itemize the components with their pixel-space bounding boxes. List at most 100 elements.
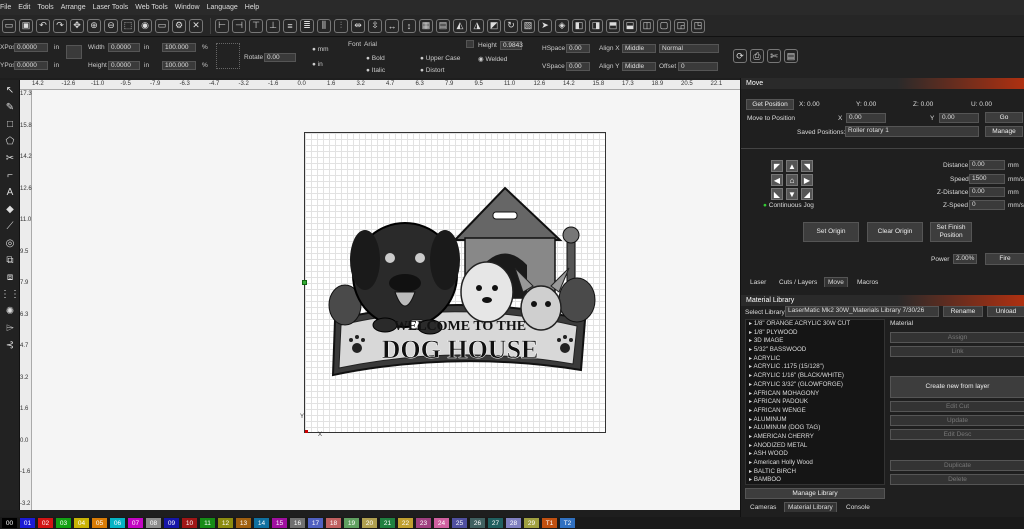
text-mode-select[interactable]: Normal [659,44,719,53]
flip-v-icon[interactable]: ◮ [470,18,484,33]
distribute-h-icon[interactable]: ⫼ [317,18,331,33]
rotate-icon[interactable]: ↻ [504,18,518,33]
width-pct-field[interactable]: 100.000 [162,43,196,52]
in-radio[interactable]: ● in [312,61,323,68]
array-icon[interactable]: ⋮⋮ [0,287,20,301]
material-list-item[interactable]: ▸ ACRYLIC 1/16" (BLACK/WHITE) [746,372,884,381]
material-list-item[interactable]: ▸ 5/32" BASSWOOD [746,346,884,355]
palette-swatch-12[interactable]: 12 [218,518,233,528]
palette-swatch-03[interactable]: 03 [56,518,71,528]
menu-language[interactable]: Language [207,4,238,11]
distribute-v-icon[interactable]: ⫶ [334,18,348,33]
zoom-frame-icon[interactable]: ⬚ [121,18,135,33]
palette-swatch-16[interactable]: 16 [290,518,305,528]
create-from-layer-button[interactable]: Create new from layer [890,376,1024,398]
scissors-icon[interactable]: ✂ [3,151,17,165]
space-h-icon[interactable]: ⇹ [351,18,365,33]
edit-nodes-icon[interactable]: ✎ [3,100,17,114]
jog-down-left-button[interactable]: ◣ [771,188,783,200]
assign-button[interactable]: Assign [890,332,1024,343]
save-icon[interactable]: ▣ [19,18,33,33]
align-bottom-icon[interactable]: ≡ [283,18,297,33]
refresh-icon[interactable]: ⟳ [733,49,747,63]
dock-bottom-icon[interactable]: ⬓ [623,18,637,33]
material-list-item[interactable]: ▸ ALUMINUM (DOG TAG) [746,424,884,433]
material-list-item[interactable]: ▸ AFRICAN PADOUK [746,398,884,407]
material-list-item[interactable]: ▸ ACRYLIC 3/32" (GLOWFORGE) [746,381,884,390]
move-to-icon[interactable]: ◈ [555,18,569,33]
rotate-field[interactable]: 0.00 [264,53,296,62]
material-list-item[interactable]: ▸ AMERICAN CHERRY [746,433,884,442]
palette-swatch-11[interactable]: 11 [200,518,215,528]
workspace-canvas[interactable]: 14.2 -12.6 -11.0 -9.5 -7.9 -6.3 -4.7 -3.2 -1.6 0.… [20,80,740,510]
folder-icon[interactable]: ▭ [2,18,16,33]
palette-swatch-06[interactable]: 06 [110,518,125,528]
camera-icon[interactable]: ◉ [138,18,152,33]
palette-swatch-10[interactable]: 10 [182,518,197,528]
fire-button[interactable]: Fire [985,253,1024,265]
manage-positions-button[interactable]: Manage [985,126,1023,137]
saved-positions-select[interactable]: Roller rotary 1 [845,126,979,137]
menu-tools[interactable]: Tools [37,4,53,11]
material-list-item[interactable]: ▸ American Holly Wood [746,459,884,468]
menu-file[interactable]: File [0,4,11,11]
palette-swatch-T2[interactable]: T2 [560,518,575,528]
set-origin-button[interactable]: Set Origin [803,222,859,242]
mirror-icon[interactable]: ◩ [487,18,501,33]
palette-swatch-22[interactable]: 22 [398,518,413,528]
palette-swatch-07[interactable]: 07 [128,518,143,528]
jog-down-button[interactable]: ▼ [786,188,798,200]
welded-toggle[interactable]: ◉ Welded [478,55,507,63]
dock-corner2-icon[interactable]: ◳ [691,18,705,33]
jog-up-right-button[interactable]: ◥ [801,160,813,172]
tab-macros[interactable]: Macros [854,278,881,287]
palette-swatch-14[interactable]: 14 [254,518,269,528]
palette-swatch-19[interactable]: 19 [344,518,359,528]
dock-corner-icon[interactable]: ◲ [674,18,688,33]
offset-field[interactable]: 0 [678,62,718,71]
z-speed-field[interactable]: 0 [969,200,1005,210]
palette-swatch-08[interactable]: 08 [146,518,161,528]
dock-center-icon[interactable]: ◫ [640,18,654,33]
palette-swatch-13[interactable]: 13 [236,518,251,528]
font-value[interactable]: Arial [364,41,377,48]
palette-swatch-21[interactable]: 21 [380,518,395,528]
material-list-item[interactable]: ▸ 3D IMAGE [746,337,884,346]
xpos-field[interactable]: 0.0000 [14,43,48,52]
jog-up-left-button[interactable]: ◤ [771,160,783,172]
align-x-select[interactable]: Middle [622,44,656,53]
go-button[interactable]: Go [985,112,1023,123]
align-middle-icon[interactable]: ≣ [300,18,314,33]
palette-swatch-20[interactable]: 20 [362,518,377,528]
distance-field[interactable]: 0.00 [969,160,1005,170]
menu-laser-tools[interactable]: Laser Tools [93,4,129,11]
palette-swatch-09[interactable]: 09 [164,518,179,528]
measure-icon[interactable]: ⟋ [3,219,17,233]
undo-icon[interactable]: ↶ [36,18,50,33]
palette-swatch-01[interactable]: 01 [20,518,35,528]
material-list-item[interactable]: ▸ ACRYLIC .1175 (15/128") [746,363,884,372]
redo-icon[interactable]: ↷ [53,18,67,33]
menu-help[interactable]: Help [245,4,259,11]
palette-swatch-02[interactable]: 02 [38,518,53,528]
copy-icon[interactable]: ⧉ [3,253,17,267]
z-distance-field[interactable]: 0.00 [969,187,1005,197]
zoom-out-icon[interactable]: ⊖ [104,18,118,33]
dock-left-icon[interactable]: ◧ [572,18,586,33]
move-y-field[interactable]: 0.00 [939,113,979,123]
update-button[interactable]: Update [890,415,1024,426]
get-position-button[interactable]: Get Position [746,99,794,110]
arrange-icon[interactable]: ▧ [521,18,535,33]
dog-house-artwork[interactable]: WELCOME TO THE DOG HOUSE [315,180,597,390]
align-y-select[interactable]: Middle [622,62,656,71]
align-top-icon[interactable]: ⊥ [266,18,280,33]
align-right-icon[interactable]: ⊣ [232,18,246,33]
height-pct-field[interactable]: 100.000 [162,61,196,70]
continuous-jog-toggle[interactable]: ● Continuous Jog [763,202,814,209]
delete-button[interactable]: Delete [890,474,1024,485]
speed-field[interactable]: 1500 [969,174,1005,184]
mm-radio[interactable]: ● mm [312,46,329,53]
menu-arrange[interactable]: Arrange [61,4,86,11]
palette-swatch-18[interactable]: 18 [326,518,341,528]
edit-cut-button[interactable]: Edit Cut [890,401,1024,412]
